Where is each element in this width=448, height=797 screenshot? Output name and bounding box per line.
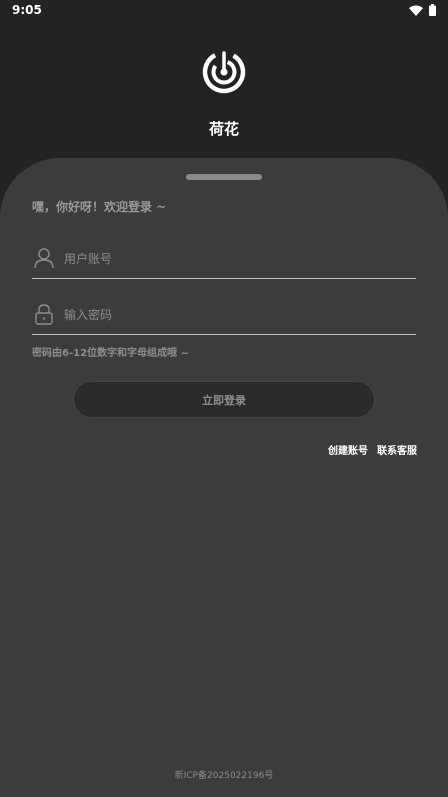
password-field[interactable] [32,296,416,335]
app-name: 荷花 [208,120,239,138]
account-field[interactable] [32,240,416,279]
create-account-link[interactable]: 创建账号 [328,442,368,457]
battery-icon [429,4,436,16]
account-input[interactable] [62,246,406,272]
user-icon [34,248,54,269]
lock-icon [35,304,53,325]
login-sheet: 嘿，你好呀！欢迎登录 ~ 密码由6-12位数字和字母组成哦 ~ 立即登录 创建账… [0,158,448,797]
password-hint: 密码由6-12位数字和字母组成哦 ~ [32,348,189,359]
wifi-icon [409,5,423,16]
password-input[interactable] [62,302,406,328]
greeting-text: 嘿，你好呀！欢迎登录 ~ [32,200,167,214]
status-icons [409,4,436,16]
login-button[interactable]: 立即登录 [73,381,375,418]
status-time: 9:05 [12,3,42,17]
contact-service-link[interactable]: 联系客服 [377,442,417,457]
icp-footer: 新ICP备2025022196号 [174,771,274,781]
sheet-handle[interactable] [186,174,262,180]
status-bar: 9:05 [0,0,448,22]
account-links: 创建账号 联系客服 [328,442,417,457]
app-logo-icon [202,50,246,94]
